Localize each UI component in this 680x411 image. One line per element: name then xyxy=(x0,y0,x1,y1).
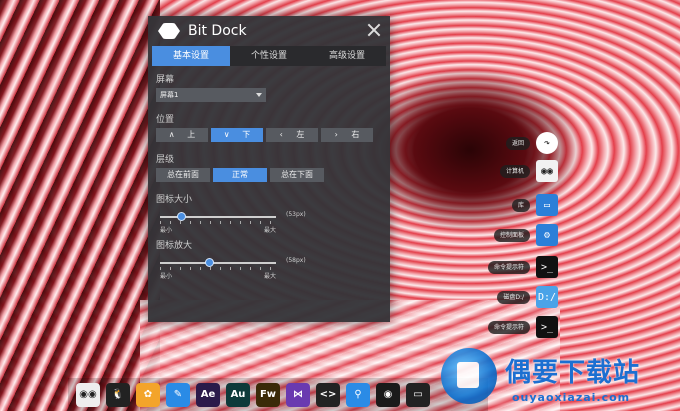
icon-size-label: 图标大小 xyxy=(156,195,193,205)
chevron-down-icon xyxy=(256,93,262,97)
side-dock-item[interactable]: 计算机 ◉◉ xyxy=(499,160,558,182)
layer-label: 层级 xyxy=(156,155,175,165)
slider-thumb[interactable] xyxy=(176,212,186,221)
fireworks-icon[interactable]: Fw xyxy=(256,382,280,407)
side-dock-label: 计算机 xyxy=(499,164,530,178)
settings-window: Bit Dock 基本设置 个性设置 高级设置 屏幕 屏幕1 位置 ∧ 上 ∨ … xyxy=(148,16,390,322)
slider-track xyxy=(160,262,276,264)
position-bottom-label: 下 xyxy=(242,130,251,139)
computer-icon[interactable]: ◉◉ xyxy=(76,382,100,407)
position-label: 位置 xyxy=(156,115,175,125)
screen-select-value: 屏幕1 xyxy=(160,91,179,99)
side-dock-item[interactable]: 返回 ↷ xyxy=(505,132,558,154)
icon-size-value: (53px) xyxy=(286,211,306,218)
position-top-button[interactable]: ∧ 上 xyxy=(156,128,208,142)
position-top-label: 上 xyxy=(187,130,196,139)
icon-zoom-slider[interactable]: (58px) 最小 最大 xyxy=(156,254,382,280)
layer-always-behind-button[interactable]: 总在下面 xyxy=(270,168,324,182)
color-wheel-icon[interactable]: ✿ xyxy=(136,382,160,407)
screen-select[interactable]: 屏幕1 xyxy=(156,88,266,102)
layer-normal-button[interactable]: 正常 xyxy=(213,168,267,182)
position-bottom-button[interactable]: ∨ 下 xyxy=(211,128,263,142)
tab-advanced-settings[interactable]: 高级设置 xyxy=(308,46,386,66)
eye-icon[interactable]: ◉ xyxy=(376,382,400,407)
slider-min-label: 最小 xyxy=(160,227,173,234)
side-dock-label: 控制面板 xyxy=(493,228,530,242)
gear-icon: ⚙ xyxy=(536,224,558,246)
terminal-icon: >_ xyxy=(536,316,558,338)
side-dock-label: 命令提示符 xyxy=(487,320,530,334)
icon-zoom-label: 图标放大 xyxy=(156,241,193,251)
wallpaper-left xyxy=(0,0,160,411)
terminal-icon: >_ xyxy=(536,256,558,278)
screen-label: 屏幕 xyxy=(156,75,175,85)
window-icon[interactable]: ▭ xyxy=(406,382,430,407)
slider-ticks xyxy=(160,221,276,224)
search-icon[interactable]: ⚲ xyxy=(346,382,370,407)
audition-icon[interactable]: Au xyxy=(226,382,250,407)
side-dock-label: 磁盘D:/ xyxy=(497,290,530,304)
position-right-button[interactable]: › 右 xyxy=(321,128,373,142)
side-dock-label: 命令提示符 xyxy=(487,260,530,274)
bottom-dock: ◉◉ 🐧 ✿ ✎ Ae Au Fw ⋈ <> ⚲ ◉ ▭ xyxy=(68,378,488,411)
slider-ticks xyxy=(160,267,276,270)
chevron-down-icon: ∨ xyxy=(223,130,230,139)
title-bar[interactable]: Bit Dock xyxy=(148,16,390,46)
side-dock-label: 库 xyxy=(511,198,530,212)
side-dock-item[interactable]: 库 ▭ xyxy=(511,194,558,216)
chevron-left-icon: ‹ xyxy=(279,130,283,139)
position-right-label: 右 xyxy=(351,130,360,139)
slider-min-label: 最小 xyxy=(160,273,173,280)
qq-penguin-icon[interactable]: 🐧 xyxy=(106,382,130,407)
pencil-icon[interactable]: ✎ xyxy=(166,382,190,407)
close-icon[interactable] xyxy=(366,22,382,38)
position-left-button[interactable]: ‹ 左 xyxy=(266,128,318,142)
icon-size-slider[interactable]: (53px) 最小 最大 xyxy=(156,208,382,234)
watermark-logo xyxy=(441,348,497,404)
icon-zoom-value: (58px) xyxy=(286,257,306,264)
tab-bar: 基本设置 个性设置 高级设置 xyxy=(152,46,386,66)
chevron-up-icon: ∧ xyxy=(168,130,175,139)
bitdock-logo-icon xyxy=(158,23,180,39)
library-icon: ▭ xyxy=(536,194,558,216)
tab-personal-settings[interactable]: 个性设置 xyxy=(230,46,308,66)
side-dock-item[interactable]: 磁盘D:/ D:/ xyxy=(497,286,558,308)
back-arrow-icon: ↷ xyxy=(536,132,558,154)
side-dock-label: 返回 xyxy=(505,136,530,150)
side-dock-item[interactable]: 控制面板 ⚙ xyxy=(493,224,558,246)
drive-icon: D:/ xyxy=(536,286,558,308)
after-effects-icon[interactable]: Ae xyxy=(196,382,220,407)
side-dock-item[interactable]: 命令提示符 >_ xyxy=(487,316,558,338)
watermark-url: ouyaoxiazai.com xyxy=(512,391,631,404)
slider-thumb[interactable] xyxy=(204,258,214,267)
position-buttons: ∧ 上 ∨ 下 ‹ 左 › 右 xyxy=(156,128,382,142)
side-dock-item[interactable]: 命令提示符 >_ xyxy=(487,256,558,278)
visual-studio-icon[interactable]: ⋈ xyxy=(286,382,310,407)
layer-buttons: 总在前面 正常 总在下面 xyxy=(156,168,382,182)
window-title: Bit Dock xyxy=(188,23,247,39)
watermark-title: 偶要下载站 xyxy=(505,358,641,388)
code-tag-icon[interactable]: <> xyxy=(316,382,340,407)
computer-icon: ◉◉ xyxy=(536,160,558,182)
slider-max-label: 最大 xyxy=(264,227,277,234)
tab-basic-settings[interactable]: 基本设置 xyxy=(152,46,230,66)
layer-always-front-button[interactable]: 总在前面 xyxy=(156,168,210,182)
position-left-label: 左 xyxy=(296,130,305,139)
chevron-right-icon: › xyxy=(334,130,338,139)
slider-max-label: 最大 xyxy=(264,273,277,280)
